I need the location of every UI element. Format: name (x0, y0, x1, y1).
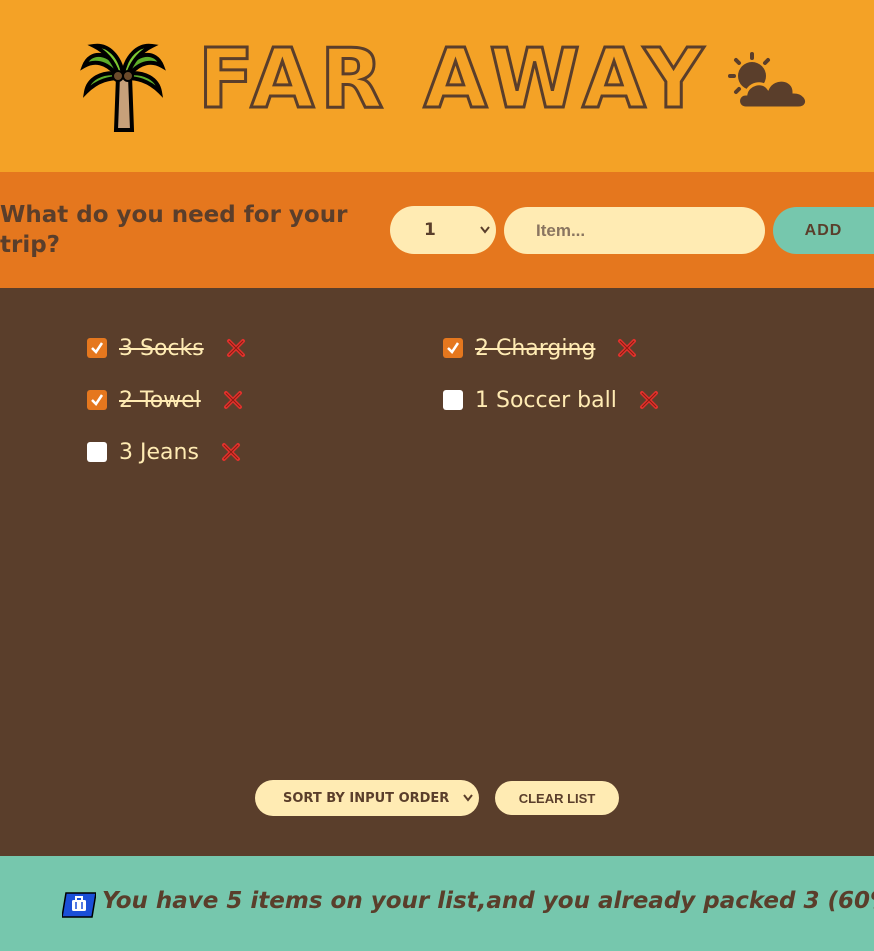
chevron-down-icon (480, 226, 490, 234)
item-label: 3 Jeans (119, 439, 199, 465)
clear-list-button[interactable]: CLEAR LIST (495, 781, 619, 815)
app-header: FAR AWAY (0, 0, 874, 172)
quantity-value: 1 (424, 220, 436, 240)
sort-select[interactable]: SORT BY INPUT ORDER (255, 780, 479, 816)
stats-text: You have 5 items on your list,and you al… (102, 888, 874, 914)
packed-checkbox[interactable] (443, 338, 463, 358)
delete-x-icon[interactable] (639, 390, 659, 410)
list-item: 1 Soccer ball (443, 385, 659, 415)
checkmark-icon (91, 342, 104, 354)
delete-x-icon[interactable] (226, 338, 246, 358)
list-item: 2 Towel (87, 385, 243, 415)
delete-x-icon[interactable] (221, 442, 241, 462)
packed-checkbox[interactable] (443, 390, 463, 410)
app-title: FAR AWAY (196, 32, 710, 127)
add-item-form: What do you need for your trip? 1 ADD (0, 172, 874, 288)
list-item: 2 Charging (443, 333, 637, 363)
luggage-icon (62, 892, 96, 918)
delete-x-icon[interactable] (617, 338, 637, 358)
packed-checkbox[interactable] (87, 338, 107, 358)
sun-behind-cloud-icon (728, 52, 808, 110)
list-item: 3 Socks (87, 333, 246, 363)
delete-x-icon[interactable] (223, 390, 243, 410)
checkmark-icon (447, 342, 460, 354)
list-item: 3 Jeans (87, 437, 241, 467)
sort-value: SORT BY INPUT ORDER (283, 790, 450, 806)
packed-checkbox[interactable] (87, 390, 107, 410)
packing-list: 3 Socks 2 Charging 2 Towel 1 Soccer ball… (0, 288, 874, 856)
item-label: 2 Towel (119, 387, 201, 413)
chevron-down-icon (463, 794, 473, 802)
palm-tree-icon (80, 43, 166, 132)
checkmark-icon (91, 394, 104, 406)
add-button[interactable]: ADD (773, 207, 874, 254)
stats-footer: You have 5 items on your list,and you al… (0, 856, 874, 951)
item-label: 3 Socks (119, 335, 204, 361)
packed-checkbox[interactable] (87, 442, 107, 462)
item-label: 1 Soccer ball (475, 387, 617, 413)
item-input[interactable] (504, 207, 765, 254)
item-label: 2 Charging (475, 335, 596, 361)
form-question: What do you need for your trip? (0, 202, 348, 258)
